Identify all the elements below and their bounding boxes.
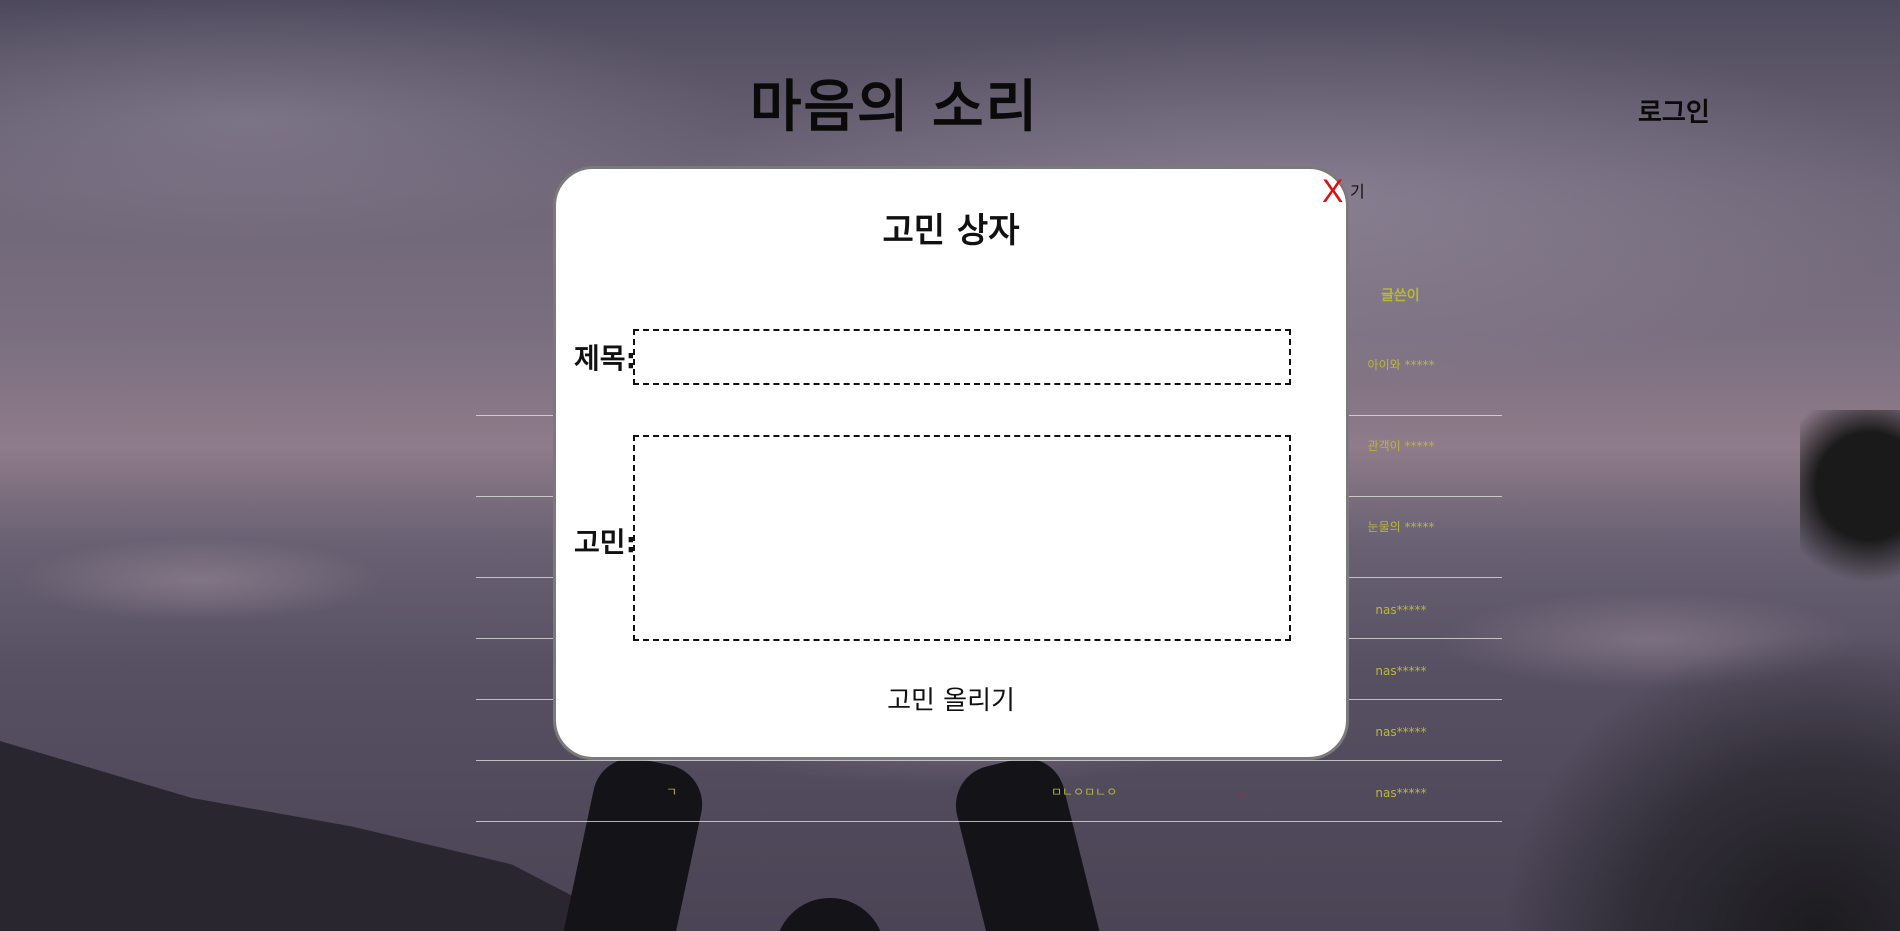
row-author: 관객이 ***** <box>1367 439 1435 453</box>
tree-silhouette <box>1500 631 1900 931</box>
row-author: nas***** <box>1375 664 1427 678</box>
concern-field-label: 고민: <box>574 526 637 559</box>
row-author: 아이와 ***** <box>1367 358 1435 372</box>
concern-textarea[interactable] <box>633 435 1291 641</box>
heart-icon[interactable]: ♡ <box>1236 792 1247 806</box>
concern-modal: X 고민 상자 제목: 고민: 고민 올리기 <box>553 166 1349 760</box>
submit-concern-button[interactable]: 고민 올리기 <box>851 679 1051 718</box>
title-input[interactable] <box>633 329 1291 385</box>
table-row[interactable]: ㄱ ㅁㄴㅇㅁㄴㅇ ♡ nas***** <box>476 761 1502 822</box>
row-number: ㄱ <box>666 785 678 799</box>
row-author: nas***** <box>1375 725 1427 739</box>
partial-header-text: 기 <box>1350 182 1365 201</box>
site-title: 마음의 소리 <box>750 75 1040 140</box>
row-title[interactable]: ㅁㄴㅇㅁㄴㅇ <box>1051 783 1117 800</box>
page-background: 마음의 소리 로그인 기 글쓴이 아이와 ***** 관객이 ***** 눈물의… <box>0 0 1900 931</box>
row-author: 눈물의 ***** <box>1367 520 1435 534</box>
title-field-label: 제목: <box>574 342 637 375</box>
tree-branch <box>1800 410 1900 600</box>
login-link[interactable]: 로그인 <box>1638 92 1710 129</box>
person-head <box>775 898 885 931</box>
row-author: nas***** <box>1375 603 1427 617</box>
modal-title: 고민 상자 <box>882 211 1020 251</box>
row-author: nas***** <box>1375 786 1427 800</box>
